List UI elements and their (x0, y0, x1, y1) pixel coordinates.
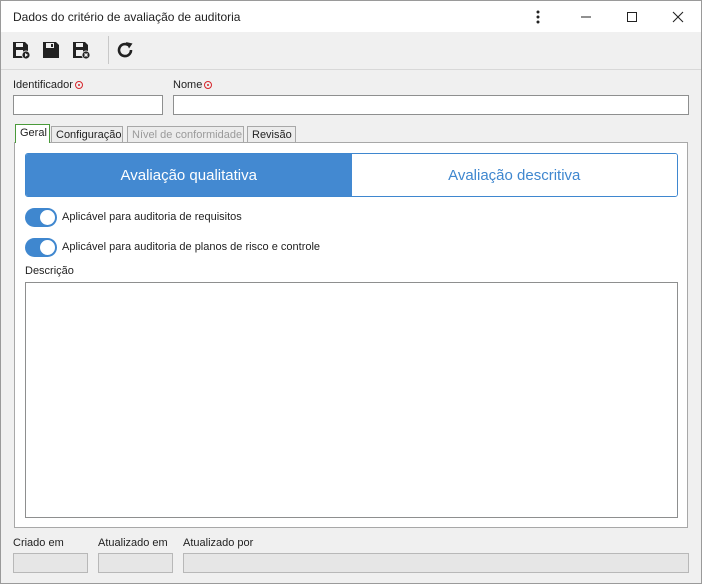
criado-em-field (13, 553, 88, 573)
maximize-icon (627, 11, 637, 22)
identificador-label: Identificador (13, 79, 83, 91)
tab-panel-geral: Avaliação qualitativa Avaliação descriti… (14, 142, 688, 528)
save-close-icon (73, 42, 91, 60)
title-bar: Dados do critério de avaliação de audito… (1, 1, 701, 32)
descricao-textarea[interactable] (25, 282, 678, 518)
tab-configuracao[interactable]: Configuração (51, 126, 123, 143)
dialog-window: Dados do critério de avaliação de audito… (0, 0, 702, 584)
nome-label: Nome (173, 79, 213, 91)
segment-avaliacao-qualitativa[interactable]: Avaliação qualitativa (26, 154, 352, 196)
required-icon (204, 81, 213, 89)
save-icon (43, 42, 59, 58)
toggle-auditoria-requisitos[interactable] (25, 208, 57, 227)
refresh-icon (117, 42, 133, 58)
toggle-auditoria-requisitos-label: Aplicável para auditoria de requisitos (62, 211, 242, 223)
save-new-icon (13, 42, 31, 60)
maximize-button[interactable] (609, 1, 655, 32)
save-and-new-button[interactable] (9, 38, 33, 62)
tab-geral[interactable]: Geral (15, 124, 50, 143)
kebab-menu-icon (536, 10, 540, 23)
evaluation-type-segmented-control: Avaliação qualitativa Avaliação descriti… (25, 153, 678, 197)
nome-label-text: Nome (173, 79, 203, 91)
identificador-input[interactable] (13, 95, 163, 115)
segment-avaliacao-descritiva[interactable]: Avaliação descritiva (351, 154, 677, 196)
identificador-label-text: Identificador (13, 79, 73, 91)
save-button[interactable] (39, 38, 63, 62)
refresh-button[interactable] (113, 38, 137, 62)
nome-input[interactable] (173, 95, 689, 115)
close-icon (672, 11, 684, 22)
minimize-button[interactable] (563, 1, 609, 32)
window-title: Dados do critério de avaliação de audito… (13, 10, 241, 24)
atualizado-em-field (98, 553, 173, 573)
descricao-label: Descrição (25, 265, 74, 277)
more-options-button[interactable] (515, 1, 561, 32)
save-and-close-button[interactable] (69, 38, 93, 62)
tab-revisao[interactable]: Revisão (247, 126, 296, 143)
tab-nivel-de-conformidade: Nível de conformidade (127, 126, 244, 143)
toolbar-separator (108, 36, 109, 64)
minimize-icon (581, 16, 591, 17)
toggle-auditoria-planos-risco-label: Aplicável para auditoria de planos de ri… (62, 241, 321, 253)
atualizado-em-label: Atualizado em (98, 537, 168, 549)
close-button[interactable] (655, 1, 701, 32)
toggle-auditoria-planos-risco[interactable] (25, 238, 57, 257)
required-icon (74, 81, 83, 89)
criado-em-label: Criado em (13, 537, 64, 549)
toolbar (1, 32, 701, 70)
atualizado-por-field (183, 553, 689, 573)
atualizado-por-label: Atualizado por (183, 537, 254, 549)
